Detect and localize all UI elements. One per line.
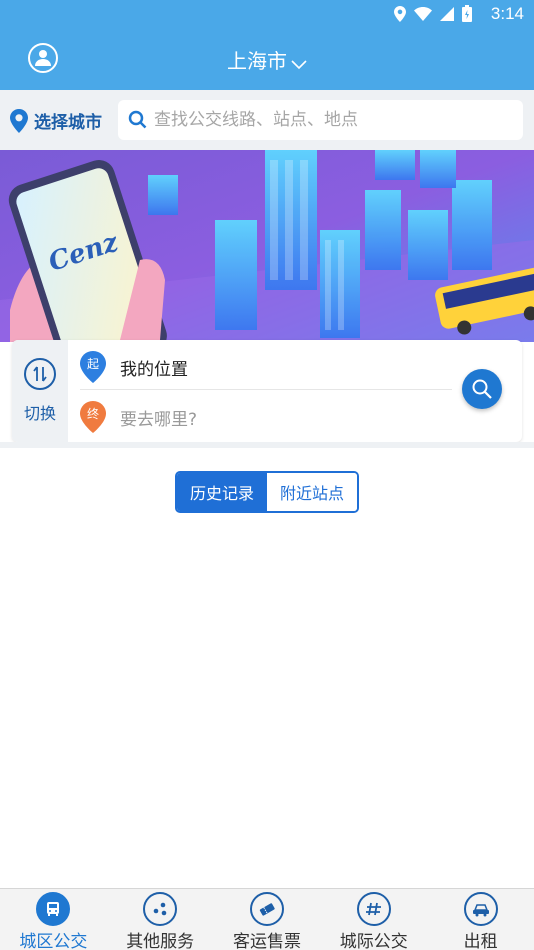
city-selector[interactable]: 上海市 [0,45,534,75]
nav-intercity-bus[interactable]: 城际公交 [320,889,427,950]
origin-field[interactable]: 起 我的位置 [80,342,452,390]
ticket-icon [249,892,284,926]
nav-city-bus[interactable]: 城区公交 [0,889,107,950]
destination-pin-icon: 终 [80,401,106,433]
search-row: 选择城市 [0,90,534,150]
services-icon [143,892,178,926]
section-divider [0,442,534,448]
origin-value: 我的位置 [120,360,188,380]
bus-icon [36,892,71,926]
history-nearby-tabs: 历史记录 附近站点 [175,471,359,513]
destination-badge: 终 [87,406,99,421]
bottom-navigation: 城区公交 其他服务 客运售票 城际公交 出租 [0,888,534,950]
promo-banner[interactable]: Cenz [0,150,534,342]
switch-label: 切换 [23,404,56,423]
tab-history[interactable]: 历史记录 [177,473,267,511]
signal-icon [440,6,454,21]
taxi-icon [463,892,498,926]
intercity-icon [356,892,391,926]
swap-icon [24,358,56,390]
location-status-icon [394,5,406,22]
search-icon [128,110,147,129]
status-time: 3:14 [490,4,524,23]
search-box[interactable] [118,100,523,140]
chevron-down-icon [291,51,307,75]
pick-city-label: 选择城市 [34,113,102,133]
nav-taxi[interactable]: 出租 [427,889,534,950]
battery-icon [462,5,472,22]
city-name: 上海市 [227,49,287,73]
destination-placeholder: 要去哪里? [120,410,198,430]
location-pin-icon [10,108,28,133]
tab-nearby-stops[interactable]: 附近站点 [267,473,357,511]
origin-badge: 起 [87,357,99,371]
nav-label: 出租 [463,932,498,950]
origin-pin-icon: 起 [80,351,106,383]
nav-label: 城区公交 [19,932,88,950]
destination-field[interactable]: 终 要去哪里? [80,392,452,440]
nav-label: 城际公交 [339,932,408,950]
nav-other-services[interactable]: 其他服务 [107,889,214,950]
app-header: 上海市 [0,28,534,90]
search-input[interactable] [154,106,514,134]
route-search-button[interactable] [462,369,502,409]
status-icons [394,5,472,22]
search-icon [472,379,492,399]
nav-coach-tickets[interactable]: 客运售票 [214,889,321,950]
banner-illustration: Cenz [0,150,534,342]
wifi-icon [414,6,432,21]
nav-label: 其他服务 [126,932,195,950]
pick-city-button[interactable]: 选择城市 [10,108,102,133]
status-bar: 3:14 [0,0,534,28]
nav-label: 客运售票 [232,932,301,950]
route-planner-card: 切换 起 我的位置 终 要去哪里? [12,340,522,442]
switch-direction-button[interactable]: 切换 [12,340,68,442]
